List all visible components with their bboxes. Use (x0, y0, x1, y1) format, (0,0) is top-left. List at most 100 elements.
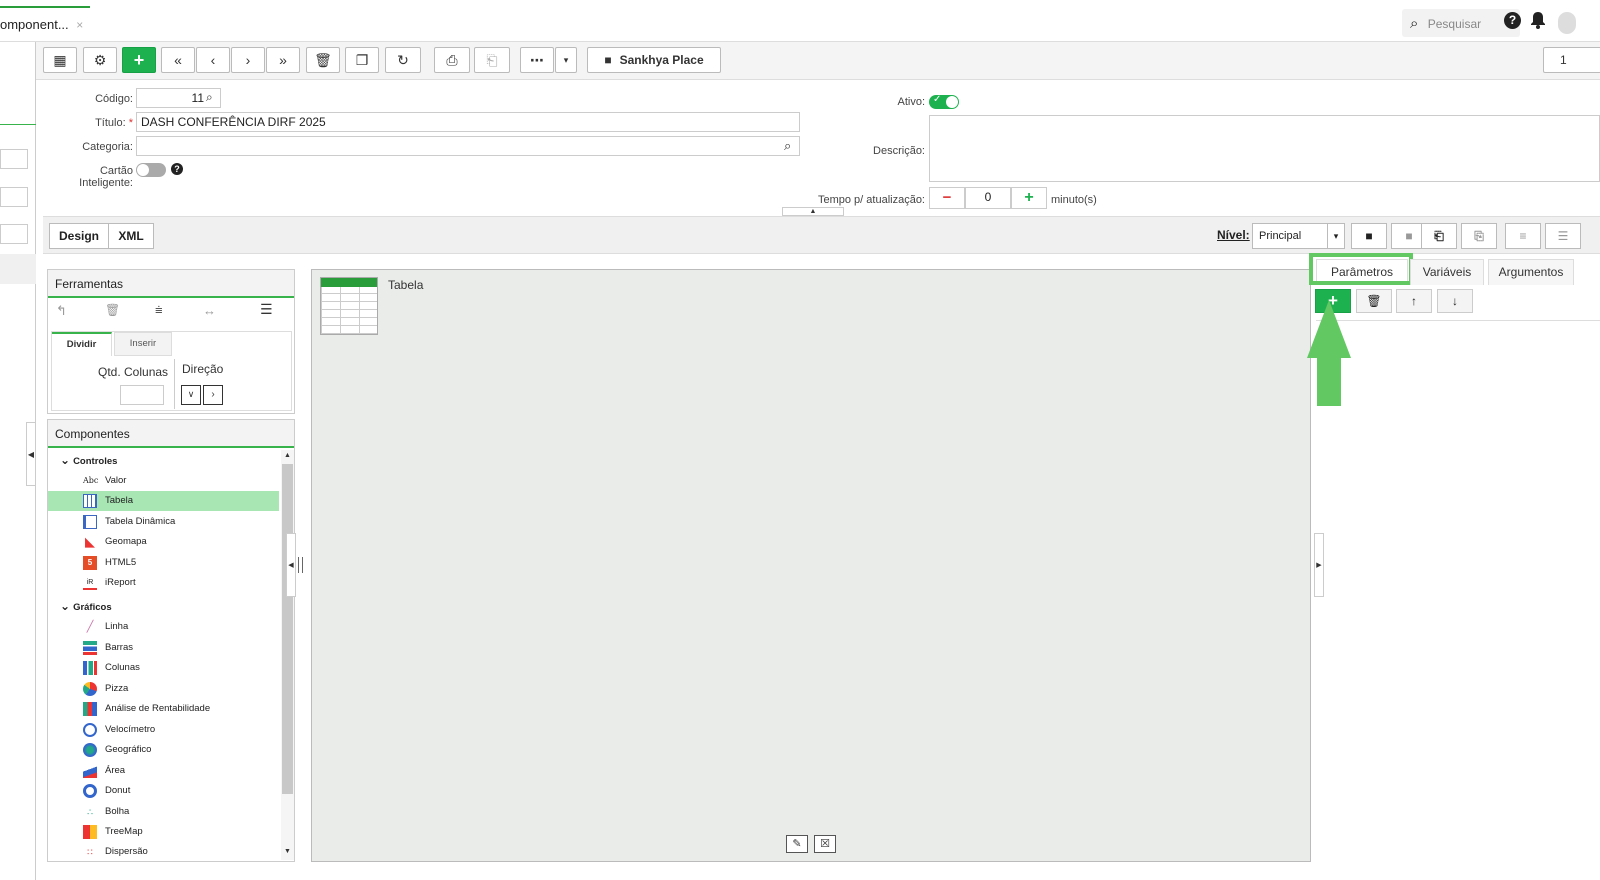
next-record-button[interactable]: › (231, 47, 265, 73)
tempo-value-field[interactable]: 0 (965, 187, 1011, 209)
categoria-label: Categoria: (82, 141, 133, 153)
design-canvas[interactable]: Tabela ✎ ☒ (311, 269, 1311, 862)
more-options-dropdown[interactable]: ▾ (555, 47, 577, 73)
copy-button[interactable]: ❐ (345, 47, 379, 73)
first-record-button[interactable]: « (161, 47, 195, 73)
gutter-field-1[interactable] (0, 149, 28, 169)
list-item[interactable]: Pizza (48, 679, 279, 699)
delete-parameter-button[interactable]: 🗑 (1356, 289, 1392, 313)
gutter-field-2[interactable] (0, 187, 28, 207)
resize-horizontal-icon[interactable]: ↔ (203, 303, 216, 318)
sankhya-place-button[interactable]: ■ Sankhya Place (587, 47, 721, 73)
list-item[interactable]: Análise de Rentabilidade (48, 699, 279, 719)
search-input[interactable]: ⌕ Pesquisar (1402, 9, 1520, 37)
collapse-tools-handle[interactable]: ◀ (286, 533, 296, 597)
tab-title: omponent... (0, 17, 69, 32)
list-item[interactable]: ∷ Dispersão (48, 842, 279, 861)
list-item[interactable]: Colunas (48, 658, 279, 678)
add-level-button[interactable]: ■ (1351, 223, 1387, 249)
tab-inserir[interactable]: Inserir (114, 332, 172, 356)
export-button[interactable]: ⎗ (1421, 223, 1457, 249)
refresh-button[interactable]: ↻ (385, 47, 421, 73)
list-item[interactable]: Donut (48, 781, 279, 801)
tab-close-icon[interactable]: × (76, 18, 83, 32)
last-record-button[interactable]: » (266, 47, 300, 73)
split-vertical-icon[interactable]: ∨ (181, 385, 201, 405)
list-item[interactable]: ◣ Geomapa (48, 532, 279, 552)
preview-button[interactable]: ⎗ (474, 47, 510, 73)
group-controles[interactable]: ⌄ Controles (60, 453, 117, 467)
group-graficos[interactable]: ⌄ Gráficos (60, 599, 112, 613)
splitter-grip[interactable] (298, 557, 303, 573)
list-item[interactable]: Tabela Dinâmica (48, 512, 279, 532)
attach-button[interactable]: ⎙ (434, 47, 470, 73)
page-number-field[interactable]: 1 (1543, 47, 1600, 73)
tab-dividir[interactable]: Dividir (52, 332, 112, 356)
scroll-down-icon[interactable]: ▼ (284, 848, 291, 855)
list-item[interactable]: Área (48, 761, 279, 781)
donut-icon (83, 784, 97, 798)
ativo-toggle[interactable]: ✓ (929, 94, 959, 109)
html5-icon: 5 (83, 556, 97, 570)
help-icon[interactable]: ? (171, 163, 183, 175)
undo-icon[interactable]: ↰ (56, 303, 67, 319)
add-button[interactable]: + (122, 47, 156, 73)
collapse-left-icon[interactable]: ◀ (26, 422, 36, 486)
grid-view-button[interactable]: ▦ (43, 47, 77, 73)
gutter-field-3[interactable] (0, 224, 28, 244)
list-item[interactable]: 5 HTML5 (48, 553, 279, 573)
scroll-thumb[interactable] (282, 464, 293, 794)
move-down-button[interactable]: ↓ (1437, 289, 1473, 313)
notification-bell-icon[interactable] (1530, 11, 1546, 29)
list-item[interactable]: Velocímetro (48, 720, 279, 740)
tab-variaveis[interactable]: Variáveis (1410, 259, 1484, 285)
previous-record-button[interactable]: ‹ (196, 47, 230, 73)
align-icon[interactable]: ⩧ (155, 302, 163, 318)
search-icon: ⌕ (1410, 15, 1419, 32)
list-item[interactable]: Geográfico (48, 740, 279, 760)
tab-component[interactable]: omponent... × (0, 6, 90, 42)
scrollbar[interactable]: ▲ ▼ (281, 450, 294, 860)
properties-button[interactable]: ☰ (1545, 223, 1581, 249)
avatar[interactable] (1558, 12, 1576, 34)
move-up-button[interactable]: ↑ (1396, 289, 1432, 313)
nivel-select[interactable]: Principal (1252, 223, 1328, 249)
categoria-search-icon[interactable]: ⌕ (784, 138, 791, 154)
scroll-up-icon[interactable]: ▲ (284, 452, 291, 459)
delete-button[interactable]: 🗑 (306, 47, 340, 73)
tab-argumentos[interactable]: Argumentos (1488, 259, 1574, 285)
divider (174, 359, 175, 409)
list-item[interactable]: Barras (48, 638, 279, 658)
list-item[interactable]: Tabela (48, 491, 279, 511)
collapse-right-handle[interactable]: ▶ (1314, 533, 1324, 597)
paste-button[interactable]: ⎘ (1461, 223, 1497, 249)
categoria-field[interactable] (136, 136, 800, 156)
edit-icon[interactable]: ✎ (786, 835, 808, 853)
cartao-inteligente-toggle[interactable] (136, 163, 166, 177)
table-component-icon[interactable] (320, 277, 378, 335)
descricao-textarea[interactable] (929, 115, 1600, 182)
design-tab-button[interactable]: Design (49, 223, 109, 249)
list-item[interactable]: ╱ Linha (48, 617, 279, 637)
list-item[interactable]: TreeMap (48, 822, 279, 842)
more-options-button[interactable]: ⋯ (520, 47, 554, 73)
help-icon[interactable]: ? (1504, 12, 1521, 29)
tree-button[interactable]: ≡ (1505, 223, 1541, 249)
qtd-colunas-input[interactable] (120, 385, 164, 405)
trash-icon[interactable]: 🗑 (105, 303, 120, 317)
titulo-field[interactable]: DASH CONFERÊNCIA DIRF 2025 (136, 112, 800, 132)
settings-list-icon[interactable]: ☰ (260, 301, 273, 318)
xml-tab-button[interactable]: XML (108, 223, 154, 249)
list-item[interactable]: ∴ Bolha (48, 802, 279, 822)
split-horizontal-icon[interactable]: › (203, 385, 223, 405)
list-item[interactable]: iR iReport (48, 573, 279, 593)
tempo-increment-button[interactable]: + (1011, 187, 1047, 209)
tempo-unit: minuto(s) (1051, 194, 1097, 206)
tempo-decrement-button[interactable]: − (929, 187, 965, 209)
list-item[interactable]: Abc Valor (48, 471, 279, 491)
codigo-search-icon[interactable]: ⌕ (206, 90, 213, 105)
nivel-dropdown-icon[interactable]: ▾ (1327, 223, 1345, 249)
gear-icon[interactable]: ⚙ (83, 47, 117, 73)
remove-component-icon[interactable]: ☒ (814, 835, 836, 853)
collapse-header-handle[interactable]: ▲ (782, 207, 844, 216)
